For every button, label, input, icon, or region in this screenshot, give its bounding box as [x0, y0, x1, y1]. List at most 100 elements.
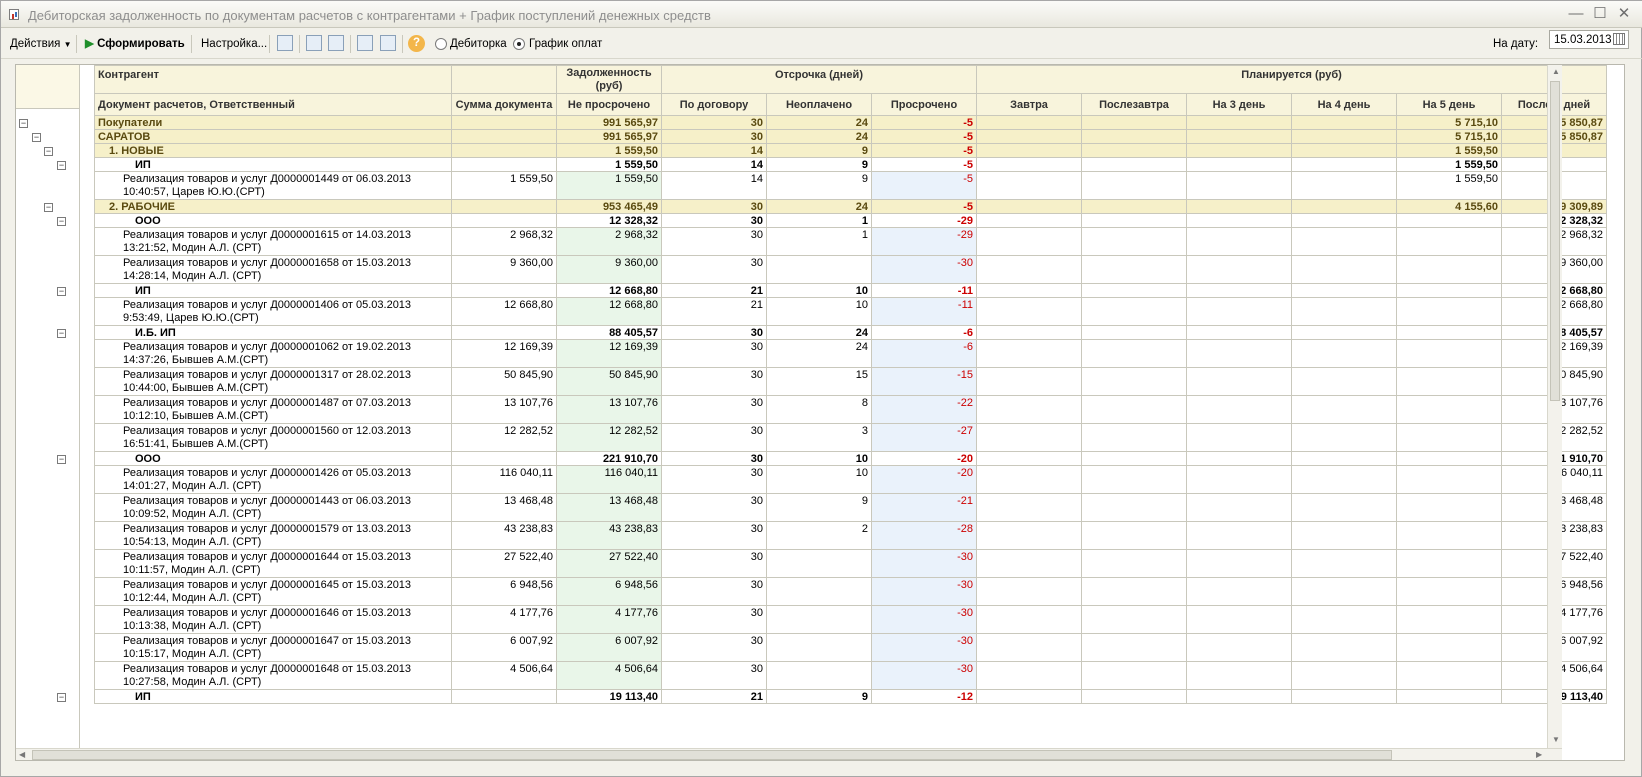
collapse-toggle-icon[interactable]: − [57, 328, 66, 338]
scroll-up-icon[interactable]: ▲ [1552, 67, 1560, 76]
scroll-right-icon[interactable]: ▶ [1536, 750, 1542, 759]
document-row[interactable]: Реализация товаров и услуг Д0000001317 о… [94, 367, 1607, 396]
value-cell [451, 451, 557, 466]
expand-icon[interactable] [357, 35, 373, 51]
collapse-toggle-icon[interactable]: − [32, 132, 41, 142]
settings-button[interactable]: Настройка... [201, 36, 267, 52]
group-row[interactable]: 2. РАБОЧИЕ 953 465,49 30 24 -5 4 155,60 949 30… [94, 199, 1607, 214]
document-row[interactable]: Реализация товаров и услуг Д0000001449 о… [94, 171, 1607, 200]
value-cell: 27 522,40 [556, 549, 662, 578]
collapse-toggle-icon[interactable]: − [57, 216, 66, 226]
group-tree-icon[interactable] [306, 35, 322, 51]
collapse-toggle-icon[interactable]: − [57, 454, 66, 464]
generate-button[interactable]: ▶ Сформировать [85, 36, 185, 52]
value-cell [1291, 423, 1397, 452]
value-cell: 13 468,48 [451, 493, 557, 522]
collapse-icon[interactable] [380, 35, 396, 51]
document-row[interactable]: Реализация товаров и услуг Д0000001647 о… [94, 633, 1607, 662]
value-cell [1186, 255, 1292, 284]
document-row[interactable]: Реализация товаров и услуг Д0000001644 о… [94, 549, 1607, 578]
help-icon[interactable]: ? [408, 35, 425, 52]
value-cell [1186, 493, 1292, 522]
document-row[interactable]: Реализация товаров и услуг Д0000001443 о… [94, 493, 1607, 522]
value-cell [451, 115, 557, 130]
document-row[interactable]: Реализация товаров и услуг Д0000001615 о… [94, 227, 1607, 256]
day4-header: На 4 день [1291, 93, 1397, 116]
counterparty-row[interactable]: ООО 12 328,32 30 1 -29 12 328,32 [94, 213, 1607, 228]
document-row[interactable]: Реализация товаров и услуг Д0000001579 о… [94, 521, 1607, 550]
collapse-toggle-icon[interactable]: − [44, 202, 53, 212]
counterparty-row[interactable]: ООО 221 910,70 30 10 -20 221 910,70 [94, 451, 1607, 466]
counterparty-row[interactable]: ИП 1 559,50 14 9 -5 1 559,50 [94, 157, 1607, 172]
value-cell: -30 [871, 661, 977, 690]
row-name-cell: Реализация товаров и услуг Д0000001406 о… [94, 297, 452, 326]
value-cell: 10 [766, 451, 872, 466]
schedule-radio[interactable] [513, 38, 525, 50]
schedule-radio-label[interactable]: График оплат [529, 36, 602, 52]
report-view-icon[interactable] [277, 35, 293, 51]
collapse-toggle-icon[interactable]: − [57, 286, 66, 296]
value-cell [1396, 633, 1502, 662]
value-cell [766, 661, 872, 690]
document-row[interactable]: Реализация товаров и услуг Д0000001648 о… [94, 661, 1607, 690]
row-name-cell: Реализация товаров и услуг Д0000001487 о… [94, 395, 452, 424]
document-row[interactable]: Реализация товаров и услуг Д0000001062 о… [94, 339, 1607, 368]
value-cell [1186, 143, 1292, 158]
table-icon[interactable] [328, 35, 344, 51]
scroll-left-icon[interactable]: ◀ [19, 750, 25, 759]
value-cell [1396, 339, 1502, 368]
report-grid: − − − − − − − − − − Контрагент Задолженность (руб… [15, 64, 1625, 761]
value-cell [976, 339, 1082, 368]
value-cell: 1 559,50 [556, 157, 662, 172]
document-row[interactable]: Реализация товаров и услуг Д0000001658 о… [94, 255, 1607, 284]
value-cell [1396, 325, 1502, 340]
value-cell [1186, 339, 1292, 368]
document-row[interactable]: Реализация товаров и услуг Д0000001487 о… [94, 395, 1607, 424]
debt-radio[interactable] [435, 38, 447, 50]
counterparty-row[interactable]: ИП 12 668,80 21 10 -11 12 668,80 [94, 283, 1607, 298]
row-name-cell: Реализация товаров и услуг Д0000001648 о… [94, 661, 452, 690]
group-row[interactable]: 1. НОВЫЕ 1 559,50 14 9 -5 1 559,50 [94, 143, 1607, 158]
value-cell: 30 [661, 395, 767, 424]
counterparty-row[interactable]: И.Б. ИП 88 405,57 30 24 -6 88 405,57 [94, 325, 1607, 340]
value-cell: 21 [661, 689, 767, 704]
document-row[interactable]: Реализация товаров и услуг Д0000001406 о… [94, 297, 1607, 326]
value-cell [451, 689, 557, 704]
actions-menu[interactable]: Действия ▼ [10, 36, 72, 52]
maximize-icon[interactable]: ☐ [1591, 5, 1609, 23]
row-name-cell: Покупатели [94, 115, 452, 130]
collapse-toggle-icon[interactable]: − [57, 160, 66, 170]
by-contract-header: По договору [661, 93, 767, 116]
document-row[interactable]: Реализация товаров и услуг Д0000001646 о… [94, 605, 1607, 634]
value-cell [1186, 199, 1292, 214]
scroll-down-icon[interactable]: ▼ [1552, 735, 1560, 744]
value-cell: 991 565,97 [556, 129, 662, 144]
value-cell [1186, 157, 1292, 172]
value-cell: 12 169,39 [451, 339, 557, 368]
value-cell [1081, 423, 1187, 452]
collapse-toggle-icon[interactable]: − [44, 146, 53, 156]
horizontal-scroll-thumb[interactable] [32, 750, 1392, 760]
document-row[interactable]: Реализация товаров и услуг Д0000001426 о… [94, 465, 1607, 494]
counterparty-row[interactable]: ИП 19 113,40 21 9 -12 19 113,40 [94, 689, 1607, 704]
value-cell [1396, 451, 1502, 466]
minimize-icon[interactable]: — [1567, 5, 1585, 23]
close-icon[interactable]: ✕ [1615, 5, 1633, 23]
document-row[interactable]: Реализация товаров и услуг Д0000001645 о… [94, 577, 1607, 606]
value-cell: 14 [661, 157, 767, 172]
document-row[interactable]: Реализация товаров и услуг Д0000001560 о… [94, 423, 1607, 452]
row-name-cell: ИП [94, 689, 452, 704]
group-row[interactable]: Покупатели 991 565,97 30 24 -5 5 715,10 985 85… [94, 115, 1607, 130]
vertical-scrollbar[interactable]: ▲ ▼ [1547, 65, 1562, 748]
debt-radio-label[interactable]: Дебиторка [450, 36, 507, 52]
not-overdue-header: Не просрочено [556, 93, 662, 116]
collapse-toggle-icon[interactable]: − [19, 118, 28, 128]
value-cell: 30 [661, 227, 767, 256]
row-name-cell: Реализация товаров и услуг Д0000001646 о… [94, 605, 452, 634]
vertical-scroll-thumb[interactable] [1550, 81, 1560, 401]
calendar-icon[interactable] [1613, 33, 1625, 45]
horizontal-scrollbar[interactable]: ◀ ▶ [16, 748, 1562, 760]
group-row[interactable]: САРАТОВ 991 565,97 30 24 -5 5 715,10 985 850,8… [94, 129, 1607, 144]
value-cell [1186, 423, 1292, 452]
collapse-toggle-icon[interactable]: − [57, 692, 66, 702]
